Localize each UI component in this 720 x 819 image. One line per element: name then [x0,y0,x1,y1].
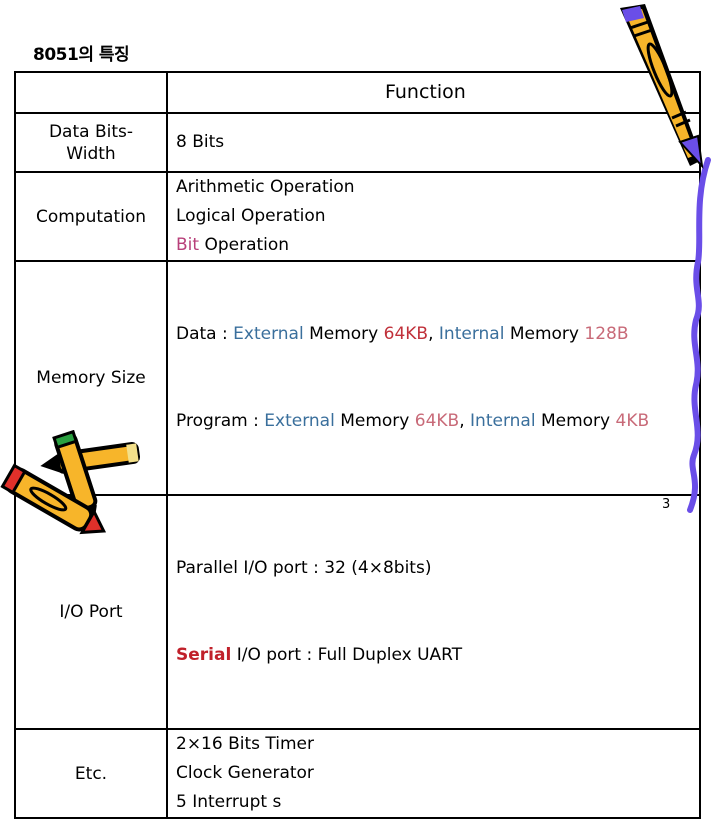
table-row: Computation Arithmetic Operation Logical… [14,171,701,262]
value-line: Clock Generator [176,763,314,783]
row-label-data-bits-width: Data Bits- Width [14,112,168,173]
highlight-word: Bit [176,235,200,255]
highlight-word: Internal [438,324,505,344]
value-line: 5 Interrupt s [176,792,282,812]
highlight-word: Internal [470,411,536,431]
table-row: Data Bits- Width 8 Bits [14,112,701,173]
row-label-io-port: I/O Port [14,494,168,730]
value-line: Serial I/O port : Full Duplex UART [176,641,699,670]
table-row: Etc. 2×16 Bits Timer Clock Generator 5 I… [14,728,701,819]
value-line-program-memory: Program : External Memory 64KB, Internal… [176,407,699,436]
row-value-etc: 2×16 Bits Timer Clock Generator 5 Interr… [166,728,701,819]
slide-title: 8051의 특징 [33,45,130,65]
value-line-data-memory: Data : External Memory 64KB, Internal Me… [176,320,699,349]
highlight-word: Serial [176,645,232,665]
text-span: , [428,324,439,344]
page-number: 3 [662,497,671,512]
text-span: Memory [303,324,384,344]
row-label-memory-size: Memory Size [14,260,168,496]
text-span: Memory [535,411,616,431]
highlight-word: 64KB [383,324,429,344]
row-value-data-bits-width: 8 Bits [166,112,701,173]
text-span: Memory [334,411,415,431]
label-line: Data Bits- [48,121,134,142]
row-label-etc: Etc. [14,728,168,819]
text-span: Data : [176,324,234,344]
header-function-cell: Function [166,71,701,114]
highlight-word: External [264,411,335,431]
value-line: Arithmetic Operation [176,177,355,197]
row-value-memory-size: Data : External Memory 64KB, Internal Me… [166,260,701,496]
row-value-io-port: Parallel I/O port : 32 (4×8bits) Serial … [166,494,701,730]
highlight-word: 128B [584,324,629,344]
highlight-word: External [233,324,304,344]
text-span: Memory [504,324,585,344]
text-span: , [459,411,471,431]
value-line: Bit Operation [176,231,699,260]
highlight-word: 64KB [414,411,460,431]
value-line: Logical Operation [176,206,326,226]
table-header-row: Function [14,71,701,114]
text-span: I/O port : Full Duplex UART [231,645,463,665]
header-label-cell [14,71,168,114]
value-line: 2×16 Bits Timer [176,734,315,754]
text-span: Program : [176,411,265,431]
spec-table: Function Data Bits- Width 8 Bits Computa… [14,71,701,819]
table-row: Memory Size Data : External Memory 64KB,… [14,260,701,496]
text-span: Operation [199,235,290,255]
table-row: I/O Port Parallel I/O port : 32 (4×8bits… [14,494,701,730]
highlight-word: 4KB [615,411,650,431]
row-label-computation: Computation [14,171,168,262]
label-line: Width [66,143,116,164]
row-value-computation: Arithmetic Operation Logical Operation B… [166,171,701,262]
value-line: 8 Bits [176,132,225,152]
value-line: Parallel I/O port : 32 (4×8bits) [176,558,432,578]
